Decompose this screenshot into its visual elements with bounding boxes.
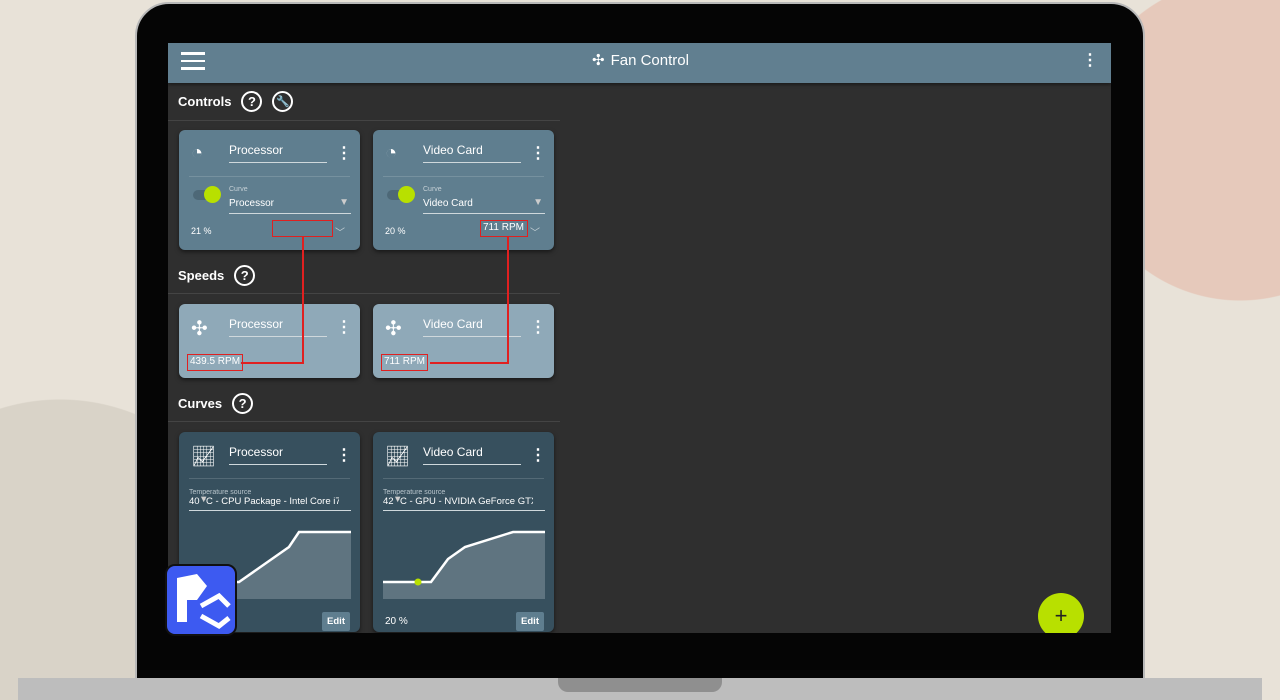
control-name[interactable]: Video Card — [423, 143, 521, 163]
rpm-highlight — [272, 220, 333, 237]
rpm-highlight: 711 RPM — [480, 220, 528, 237]
dropdown-caret-icon: ▼ — [533, 197, 543, 208]
curves-header: Curves? — [178, 393, 254, 414]
curve-area — [383, 532, 545, 599]
card-menu-icon[interactable]: ⋮ — [530, 146, 546, 162]
control-card-video-card: ◔ Video Card ⋮ Curve Video Card ▼ 20 % 711… — [373, 130, 554, 250]
add-button[interactable]: + — [1038, 593, 1084, 633]
annotation-line — [241, 362, 304, 364]
divider — [168, 120, 560, 121]
control-name[interactable]: Processor — [229, 143, 327, 163]
expand-chevron-icon[interactable]: ﹀ — [335, 224, 345, 239]
help-icon[interactable]: ? — [232, 393, 254, 414]
rpm-value: 439.5 RPM — [187, 354, 244, 371]
speedometer-icon: ◔ — [191, 142, 204, 164]
speed-card-processor: ✣ Processor ⋮ 439.5 RPM — [179, 304, 360, 378]
divider — [189, 176, 350, 177]
chart-line-icon: 📈︎ — [385, 446, 411, 468]
annotation-line — [430, 362, 509, 364]
watermark-logo — [165, 564, 237, 636]
percent-value: 21 % — [191, 226, 212, 236]
temperature-source-select[interactable]: Temperature source 42 °C - GPU - NVIDIA G… — [383, 489, 545, 511]
chart-line-icon: 📈︎ — [191, 446, 217, 468]
top-app-bar: ✣ Fan Control ⋮ — [168, 43, 1111, 83]
help-icon[interactable]: ? — [234, 265, 256, 286]
divider — [189, 478, 350, 479]
enable-toggle[interactable] — [387, 186, 415, 203]
speed-card-video-card: ✣ Video Card ⋮ 711 RPM — [373, 304, 554, 378]
rpm-value: 711 RPM — [381, 354, 428, 371]
fan-icon: ✣ — [385, 318, 402, 340]
help-icon[interactable]: ? — [241, 91, 263, 112]
dropdown-caret-icon: ▼ — [339, 197, 349, 208]
curve-name[interactable]: Video Card — [423, 445, 521, 465]
control-card-processor: ◔ Processor ⋮ Curve Processor ▼ 21 % ﹀ — [179, 130, 360, 250]
divider — [168, 421, 560, 422]
edit-button[interactable]: Edit — [322, 612, 350, 631]
fan-icon: ✣ — [592, 52, 605, 69]
fan-icon: ✣ — [191, 318, 208, 340]
menu-icon[interactable] — [181, 52, 205, 70]
divider — [168, 293, 560, 294]
speeds-header: Speeds? — [178, 265, 256, 286]
dropdown-caret-icon: ▼ — [393, 494, 403, 505]
divider — [383, 478, 544, 479]
curve-card-video-card: 📈︎ Video Card ⋮ Temperature source 42 °C … — [373, 432, 554, 632]
fan-curve-graph[interactable] — [383, 527, 545, 599]
curve-select[interactable]: Curve Processor ▼ — [229, 186, 351, 214]
card-menu-icon[interactable]: ⋮ — [336, 146, 352, 162]
expand-chevron-icon[interactable]: ﹀ — [530, 224, 540, 239]
curve-select[interactable]: Curve Video Card ▼ — [423, 186, 545, 214]
controls-header: Controls? 🔧 — [178, 91, 294, 112]
divider — [383, 176, 544, 177]
app-window: ✣ Fan Control ⋮ Controls? 🔧 ◔ Processor ⋮ … — [168, 43, 1111, 633]
current-point — [414, 578, 422, 586]
card-menu-icon[interactable]: ⋮ — [336, 448, 352, 464]
app-title: ✣ Fan Control — [592, 51, 689, 70]
temperature-source-select[interactable]: Temperature source 40 °C - CPU Package - … — [189, 489, 351, 511]
card-menu-icon[interactable]: ⋮ — [530, 448, 546, 464]
edit-button[interactable]: Edit — [516, 612, 544, 631]
percent-value: 20 % — [385, 616, 408, 627]
more-options-icon[interactable]: ⋮ — [1082, 53, 1098, 69]
curve-name[interactable]: Processor — [229, 445, 327, 465]
speedometer-icon: ◔ — [385, 142, 398, 164]
speed-name[interactable]: Processor — [229, 317, 327, 337]
percent-value: 20 % — [385, 226, 406, 236]
wrench-icon[interactable]: 🔧 — [272, 91, 294, 112]
enable-toggle[interactable] — [193, 186, 221, 203]
laptop-notch — [558, 678, 722, 692]
dropdown-caret-icon: ▼ — [199, 494, 209, 505]
card-menu-icon[interactable]: ⋮ — [530, 320, 546, 336]
annotation-line — [507, 237, 509, 364]
card-menu-icon[interactable]: ⋮ — [336, 320, 352, 336]
annotation-line — [302, 237, 304, 364]
